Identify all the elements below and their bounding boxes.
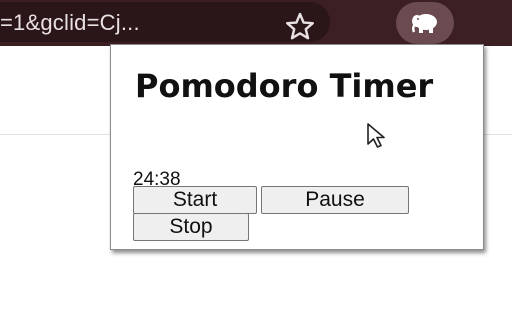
start-button[interactable]: Start	[133, 186, 257, 214]
elephant-icon	[411, 14, 437, 33]
toolbar-right-area	[454, 0, 512, 46]
star-icon[interactable]	[283, 11, 317, 41]
pause-button[interactable]: Pause	[261, 186, 409, 214]
popup-title: Pomodoro Timer	[135, 67, 434, 105]
address-bar[interactable]: =1&gclid=Cj...	[0, 2, 330, 42]
url-text[interactable]: =1&gclid=Cj...	[0, 10, 140, 36]
mouse-pointer-icon	[367, 123, 385, 148]
extension-button[interactable]	[396, 2, 454, 44]
stop-button[interactable]: Stop	[133, 213, 249, 241]
extension-popup: Pomodoro Timer 24:38 Start Pause Stop	[110, 44, 484, 250]
browser-toolbar: =1&gclid=Cj...	[0, 0, 512, 46]
